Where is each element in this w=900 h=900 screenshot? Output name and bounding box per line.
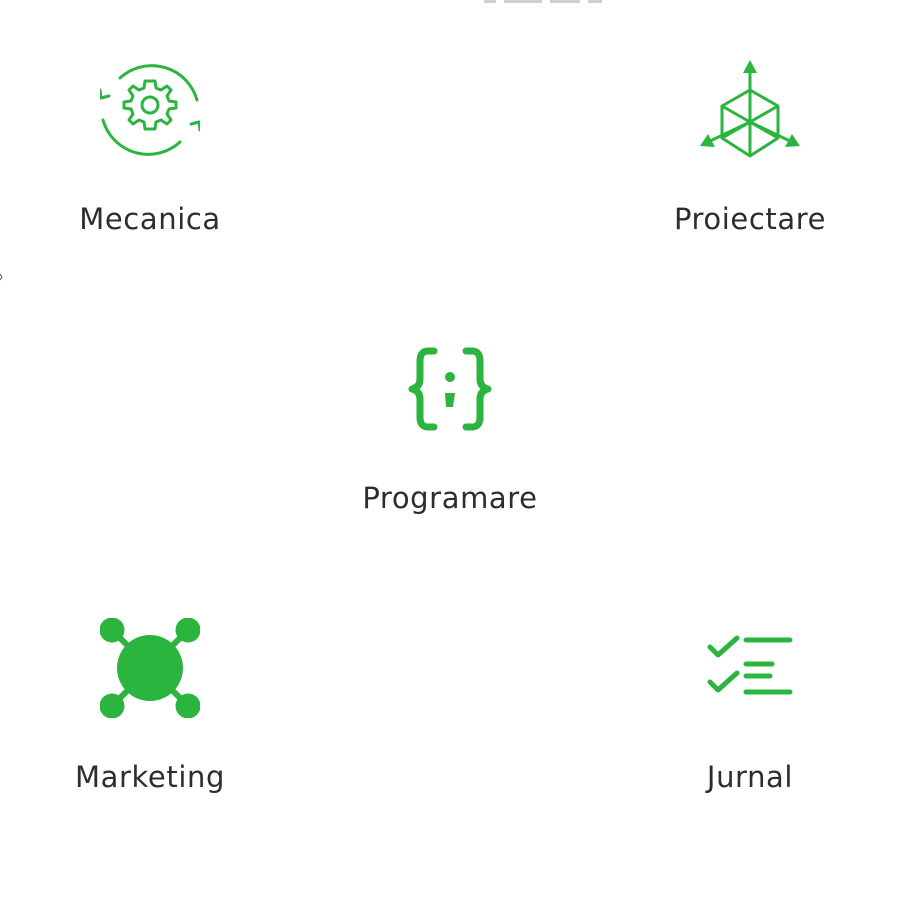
category-label: Proiectare [673,202,827,236]
category-label: Marketing [75,760,225,794]
category-jurnal[interactable]: Jurnal [620,618,880,792]
category-label: Programare [362,481,538,515]
code-braces-icon [400,339,500,439]
gear-cycle-icon [100,60,200,160]
category-marketing[interactable]: Marketing [20,618,280,792]
left-edge-mark [0,272,3,282]
category-proiectare[interactable]: Proiectare [620,60,880,234]
category-label: Mecanica [79,202,221,236]
checklist-icon [700,618,800,718]
category-label: Jurnal [706,760,794,794]
3d-cube-axes-icon [700,60,800,160]
clipped-top-element [484,0,602,3]
network-hub-icon [100,618,200,718]
category-programare[interactable]: Programare [320,339,580,513]
category-mecanica[interactable]: Mecanica [20,60,280,234]
